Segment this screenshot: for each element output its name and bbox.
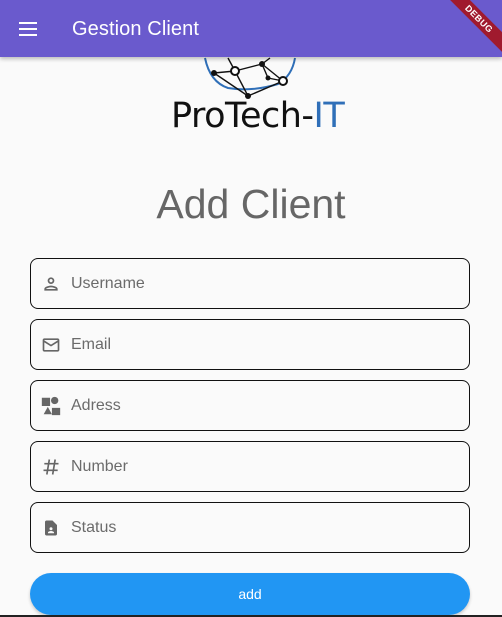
app-bar: Gestion Client: [0, 0, 502, 57]
adress-input[interactable]: [71, 390, 451, 421]
hash-icon: [31, 441, 71, 492]
adress-field[interactable]: [30, 380, 470, 431]
mail-icon: [31, 319, 71, 370]
menu-icon: [19, 22, 37, 36]
username-field[interactable]: [30, 258, 470, 309]
page-title: Add Client: [156, 181, 346, 227]
number-field[interactable]: [30, 441, 470, 492]
badge-icon: [31, 502, 71, 553]
menu-button[interactable]: [10, 11, 46, 47]
debug-label: DEBUG: [442, 0, 502, 56]
person-icon: [31, 258, 71, 309]
category-icon: [31, 380, 71, 431]
app-title: Gestion Client: [72, 18, 200, 40]
add-button[interactable]: add: [30, 573, 470, 615]
email-input[interactable]: [71, 329, 451, 360]
status-field[interactable]: [30, 502, 470, 553]
debug-banner: DEBUG: [442, 0, 502, 60]
logo-text: ProTech-IT: [171, 96, 345, 136]
status-input[interactable]: [71, 512, 451, 543]
username-input[interactable]: [71, 268, 451, 299]
email-field[interactable]: [30, 319, 470, 370]
number-input[interactable]: [71, 451, 451, 482]
